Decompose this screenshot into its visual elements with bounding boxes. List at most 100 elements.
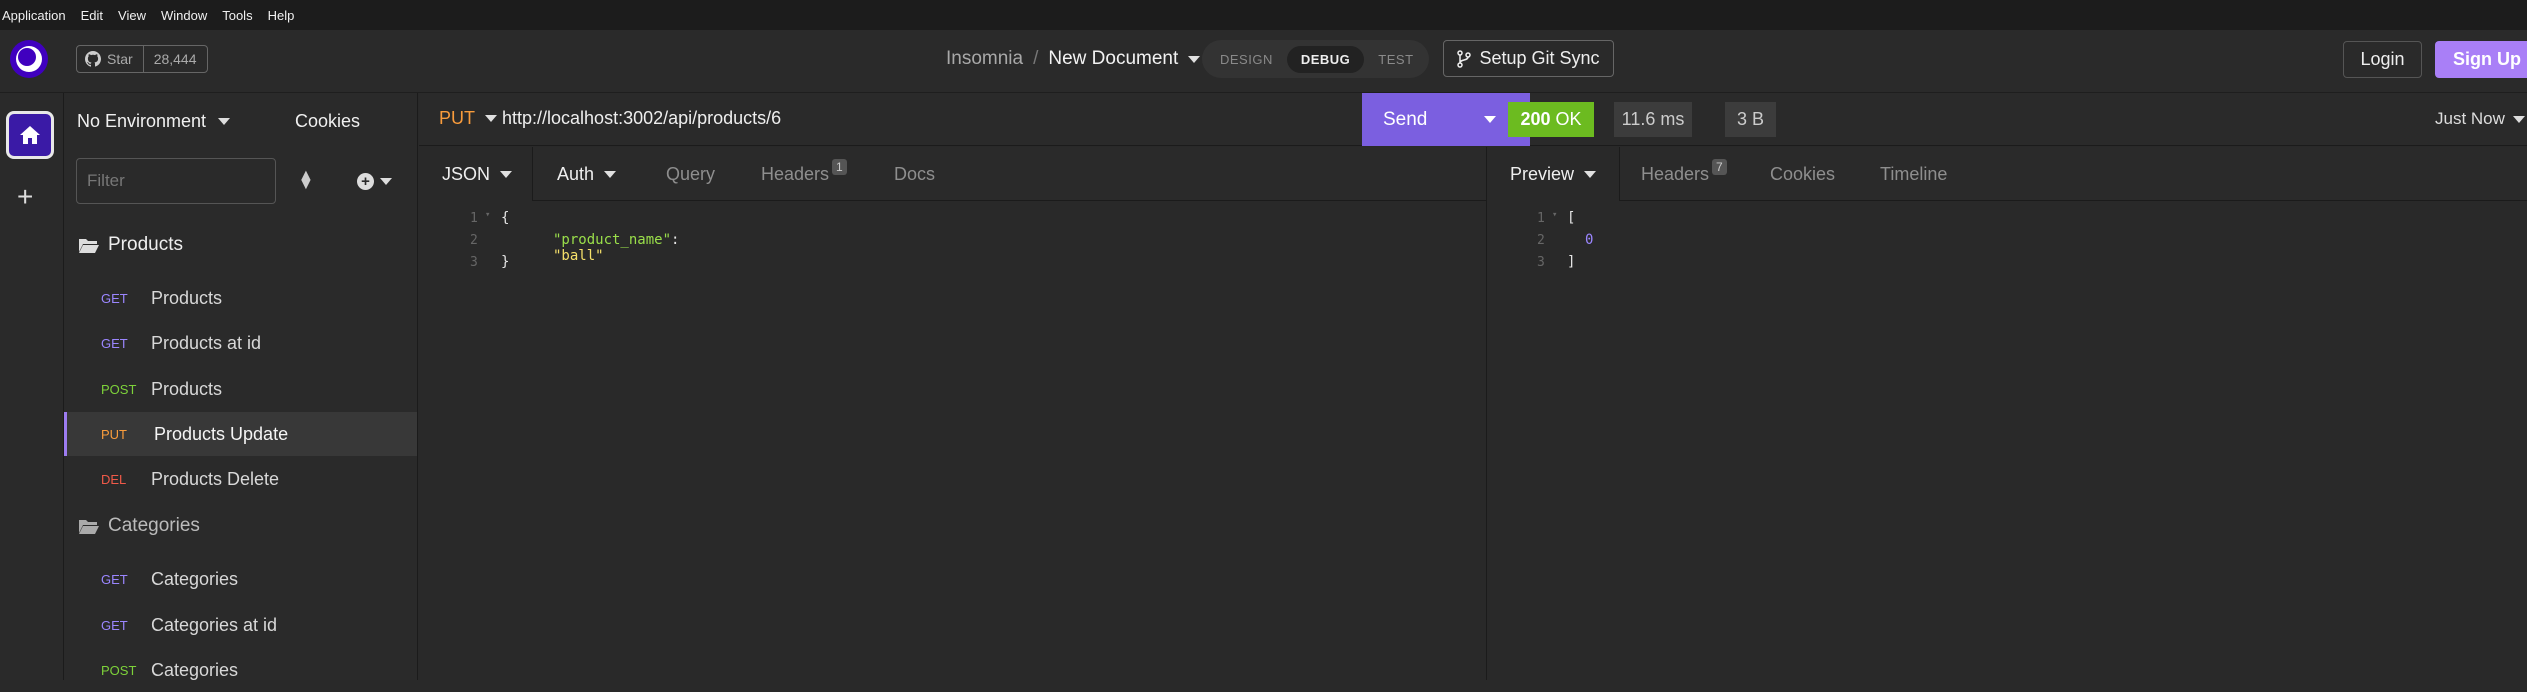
app-header: Star 28,444 Insomnia / New Document DESI… [0,30,2527,93]
tab-cookies[interactable]: Cookies [1770,147,1835,201]
code-line: [ [1567,210,1576,226]
method-badge: GET [101,617,128,633]
chevron-down-icon [2512,115,2525,123]
menu-bar: Application Edit View Window Tools Help [0,0,2527,30]
github-star-button[interactable]: Star 28,444 [76,45,208,73]
code-line: } [501,254,510,270]
request-name: Categories [151,568,239,589]
tab-headers[interactable]: Headers 1 [761,147,847,201]
home-button[interactable] [6,111,54,159]
tab-query[interactable]: Query [666,147,715,201]
chevron-down-icon [218,118,231,125]
method-badge: POST [101,662,137,678]
tab-docs[interactable]: Docs [894,147,935,201]
chevron-down-icon[interactable] [1188,55,1201,63]
tab-preview[interactable]: Preview [1487,147,1620,201]
status-badge: 200 OK [1508,102,1594,137]
tab-test[interactable]: TEST [1364,46,1427,73]
pane-divider[interactable] [1486,147,1487,680]
menu-edit[interactable]: Edit [81,8,103,23]
code-line: ] [1567,254,1576,270]
folder-open-icon [79,238,99,253]
cookies-button[interactable]: Cookies [295,111,360,132]
request-name: Categories at id [151,614,278,635]
json-value: 0 [1585,232,1594,248]
tab-label: Headers [1641,163,1710,184]
add-workspace-icon[interactable]: + [17,181,33,213]
method-selector[interactable]: PUT [439,108,497,129]
request-item[interactable]: GET Products [64,276,417,320]
code-line: "product_name": "ball" [553,232,679,264]
menu-help[interactable]: Help [268,8,295,23]
request-item[interactable]: GET Products at id [64,321,417,365]
response-history-dropdown[interactable]: Just Now [2435,109,2525,129]
git-branch-icon [1457,49,1472,68]
line-number: 2 [470,233,478,248]
tab-label: JSON [442,163,491,184]
menu-view[interactable]: View [118,8,146,23]
method-badge: GET [101,571,128,587]
request-item-active[interactable]: PUT Products Update [64,412,417,456]
folder-products[interactable]: Products [78,234,183,256]
plus-circle-icon: + [357,173,374,190]
code-line: { [501,210,510,226]
chevron-down-icon [485,115,497,122]
tab-body-json[interactable]: JSON [419,147,533,201]
home-icon [20,126,40,144]
breadcrumb-document[interactable]: New Document [1048,48,1178,70]
request-item[interactable]: POST Products [64,367,417,411]
add-request-menu[interactable]: + [357,173,392,190]
json-value: "ball" [553,248,604,264]
breadcrumb-project[interactable]: Insomnia [946,48,1023,70]
request-item[interactable]: POST Categories [64,648,417,692]
line-number: 1 [470,211,478,226]
request-item[interactable]: DEL Products Delete [64,457,417,501]
request-name: Products at id [151,332,262,353]
json-colon: : [671,232,680,248]
folder-categories[interactable]: Categories [78,515,200,537]
menu-window[interactable]: Window [161,8,207,23]
menu-application[interactable]: Application [2,8,66,23]
request-name: Products Update [154,423,289,444]
folder-open-icon [79,519,99,534]
breadcrumb-separator: / [1033,48,1039,69]
environment-selector[interactable]: No Environment [77,111,231,132]
line-number: 1 [1537,211,1545,226]
chevron-down-icon [604,170,617,178]
response-size-badge: 3 B [1725,102,1776,137]
request-item[interactable]: GET Categories at id [64,603,417,647]
url-input[interactable]: http://localhost:3002/api/products/6 [502,108,781,129]
status-text: OK [1555,109,1582,129]
github-star-label: Star [107,51,133,67]
tab-label: Auth [557,163,595,184]
tab-debug[interactable]: DEBUG [1286,45,1365,73]
request-item[interactable]: GET Categories [64,557,417,601]
sidebar: No Environment Cookies Filter ▲ ▼ + Produ… [64,93,418,680]
line-number: 3 [470,255,478,270]
insomnia-logo-icon[interactable] [10,40,48,78]
url-bar: PUT http://localhost:3002/api/products/6… [419,93,2527,146]
send-button[interactable]: Send [1362,93,1530,146]
sort-icon[interactable]: ▲ ▼ [298,168,314,193]
setup-git-sync-button[interactable]: Setup Git Sync [1443,40,1614,77]
fold-icon[interactable]: ▾ [1552,210,1557,220]
chevron-down-icon[interactable] [1484,116,1496,123]
response-time-badge: 11.6 ms [1614,102,1692,137]
sign-up-button[interactable]: Sign Up [2435,41,2527,78]
tab-auth[interactable]: Auth [557,147,617,201]
request-name: Products [151,378,223,399]
login-button[interactable]: Login [2343,41,2422,78]
json-key: "product_name" [553,232,672,248]
chevron-down-icon [500,170,513,178]
line-number: 2 [1537,233,1545,248]
tab-response-headers[interactable]: Headers 7 [1641,147,1727,201]
headers-count-badge: 7 [1712,159,1727,175]
fold-icon[interactable]: ▾ [485,210,490,220]
filter-input[interactable]: Filter [76,158,276,204]
menu-tools[interactable]: Tools [222,8,252,23]
github-star-count: 28,444 [153,51,197,67]
tab-design[interactable]: DESIGN [1206,46,1287,73]
tab-timeline[interactable]: Timeline [1880,147,1947,201]
chevron-down-icon [380,178,392,185]
request-name: Products [151,287,223,308]
